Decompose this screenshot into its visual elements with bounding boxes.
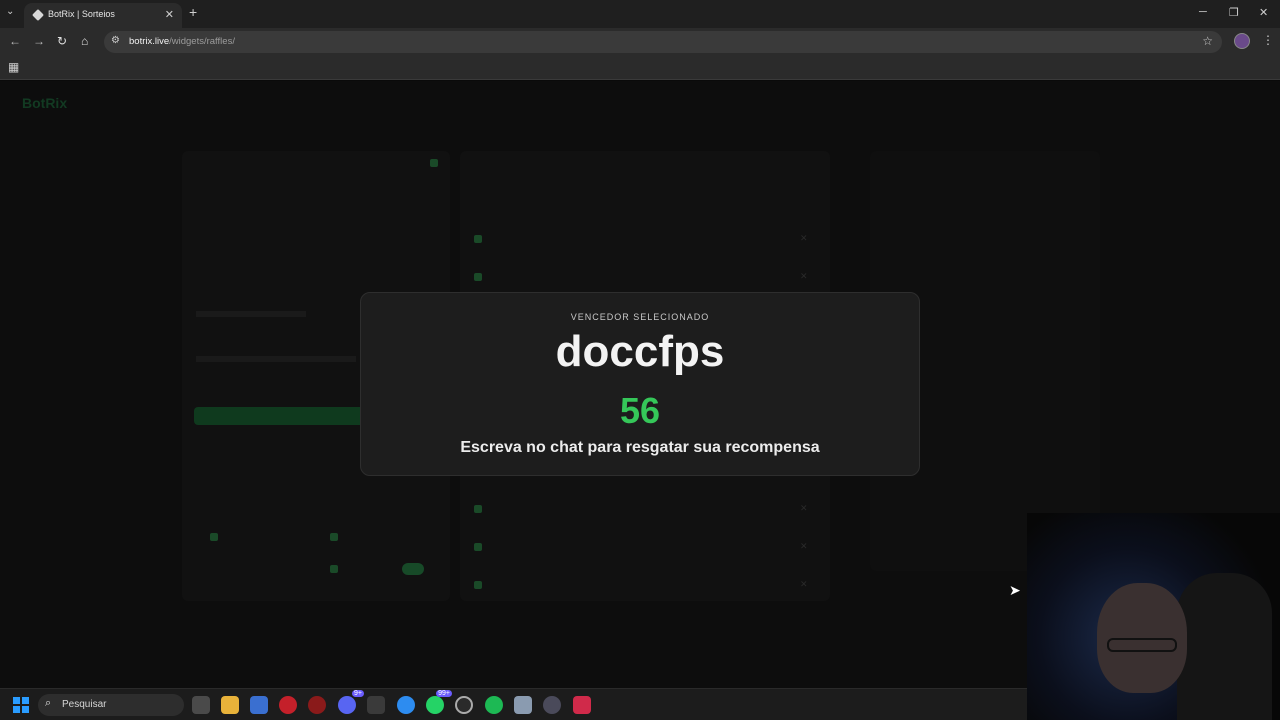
url-text: botrix.live/widgets/raffles/	[129, 36, 235, 47]
participant-dot	[474, 273, 482, 281]
bookmarks-bar: ▦	[0, 56, 1280, 80]
search-icon: ⌕	[45, 697, 52, 709]
windows-start-icon[interactable]	[13, 697, 29, 713]
participant-dot	[474, 235, 482, 243]
store-icon[interactable]	[250, 696, 268, 714]
tab-title: BotRix | Sorteios	[48, 9, 115, 19]
remove-icon[interactable]: ✕	[800, 271, 808, 282]
taskbar-search[interactable]: ⌕ Pesquisar	[38, 694, 184, 716]
close-tab-icon[interactable]: ✕	[165, 8, 174, 21]
spotify-icon[interactable]	[485, 696, 503, 714]
home-icon[interactable]: ⌂	[81, 34, 88, 48]
tab-search-icon[interactable]: ⌄	[6, 6, 14, 17]
participant-dot	[474, 505, 482, 513]
opera-icon[interactable]	[279, 696, 297, 714]
site-logo: BotRix	[22, 95, 68, 111]
chrome-icon[interactable]	[397, 696, 415, 714]
browser-tab[interactable]: BotRix | Sorteios ✕	[24, 3, 182, 28]
back-icon[interactable]: ←	[9, 34, 21, 48]
task-view-icon[interactable]	[192, 696, 210, 714]
restore-icon[interactable]: ❐	[1229, 6, 1239, 19]
webcam-glasses	[1107, 638, 1177, 652]
close-window-icon[interactable]: ✕	[1259, 6, 1268, 19]
remove-icon[interactable]: ✕	[800, 579, 808, 590]
profile-avatar[interactable]	[1234, 33, 1250, 49]
participant-dot	[474, 543, 482, 551]
panel-line	[196, 356, 356, 362]
file-explorer-icon[interactable]	[221, 696, 239, 714]
panel-option-dot	[330, 533, 338, 541]
panel-line	[196, 311, 306, 317]
whatsapp-icon[interactable]: 99+	[426, 690, 452, 714]
xbox-icon[interactable]	[367, 696, 385, 714]
search-placeholder: Pesquisar	[62, 699, 107, 710]
mouse-cursor-icon: ➤	[1009, 582, 1021, 598]
taskbar: ⌕ Pesquisar 9+ 99+	[0, 688, 1027, 720]
game-app-icon[interactable]	[308, 696, 326, 714]
panel-option-dot	[330, 565, 338, 573]
remove-icon[interactable]: ✕	[800, 541, 808, 552]
winner-label: VENCEDOR SELECIONADO	[570, 312, 710, 322]
winner-number: 56	[619, 390, 661, 431]
menu-icon[interactable]: ⋮	[1262, 33, 1274, 47]
minimize-icon[interactable]: ─	[1199, 6, 1207, 18]
apps-grid-icon[interactable]: ▦	[8, 60, 19, 74]
winner-dialog: VENCEDOR SELECIONADO doccfps 56 Escreva …	[360, 292, 920, 476]
remove-icon[interactable]: ✕	[800, 503, 808, 514]
botrix-favicon-icon	[32, 9, 44, 21]
steam-icon[interactable]	[455, 696, 473, 714]
panel-status-dot	[430, 159, 438, 167]
site-info-icon[interactable]: ⚙	[111, 35, 120, 46]
forward-icon[interactable]: →	[33, 34, 45, 48]
reload-icon[interactable]: ↻	[57, 34, 67, 48]
start-button[interactable]	[194, 407, 370, 425]
toggle[interactable]	[402, 563, 424, 575]
discord-icon[interactable]: 9+	[338, 690, 364, 714]
bookmark-star-icon[interactable]: ☆	[1202, 34, 1213, 48]
app-icon[interactable]	[573, 696, 591, 714]
settings-icon[interactable]	[514, 696, 532, 714]
participant-dot	[474, 581, 482, 589]
panel-option-dot	[210, 533, 218, 541]
new-tab-icon[interactable]: +	[189, 4, 197, 20]
address-bar[interactable]: ⚙ botrix.live/widgets/raffles/ ☆	[104, 31, 1222, 53]
navigation-bar: ← → ↻ ⌂ ⚙ botrix.live/widgets/raffles/ ☆…	[0, 28, 1280, 56]
webcam-overlay	[1027, 513, 1280, 720]
remove-icon[interactable]: ✕	[800, 233, 808, 244]
claim-message: Escreva no chat para resgatar sua recomp…	[460, 439, 820, 456]
audio-app-icon[interactable]	[543, 696, 561, 714]
webcam-chair	[1177, 573, 1272, 720]
tab-bar: ⌄ BotRix | Sorteios ✕ + ─ ❐ ✕	[0, 0, 1280, 28]
winner-name: doccfps	[555, 327, 725, 376]
